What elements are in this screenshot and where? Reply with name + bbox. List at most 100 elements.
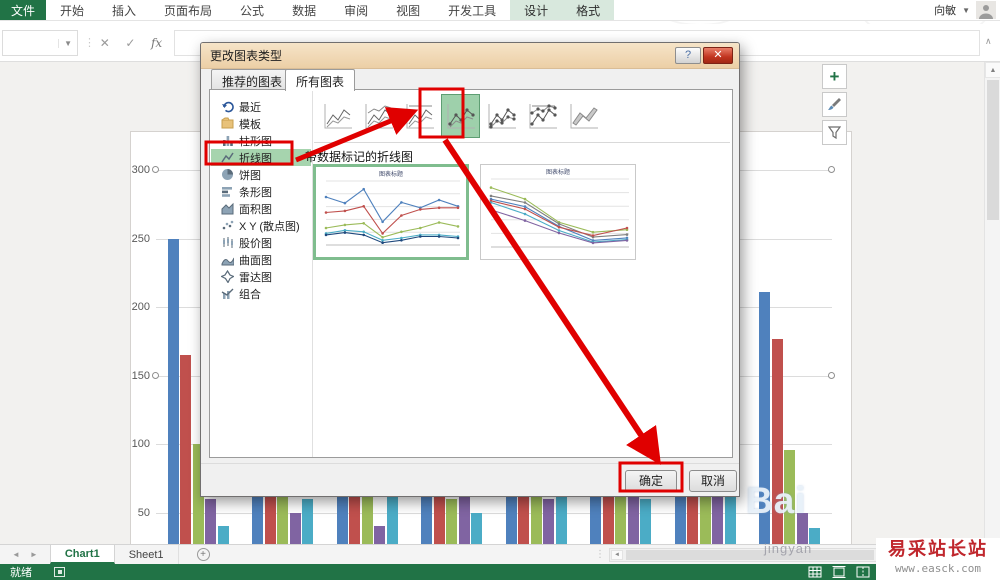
ribbon-tab-数据[interactable]: 数据 [278,0,330,20]
stock-chart-icon [221,236,234,249]
page-break-view-icon[interactable] [856,566,870,578]
column-chart-icon [221,134,234,147]
chart-type-item-X Y (散点图)[interactable]: X Y (散点图) [211,217,311,234]
y-axis-label: 300 [131,164,150,176]
dialog-title-bar[interactable]: 更改图表类型 ? ✕ [201,43,739,69]
close-button[interactable]: ✕ [703,47,733,64]
chart-type-label: 模板 [239,118,261,131]
subtype-label: 带数据标记的折线图 [305,150,414,164]
subtype-line-markers-icon[interactable] [441,94,480,138]
macro-record-icon[interactable] [54,567,65,577]
easck-watermark-url: www.easck.com [894,562,982,575]
next-sheet-icon[interactable]: ► [30,550,38,559]
new-sheet-button[interactable]: + [196,548,210,561]
name-box[interactable]: ▼ [2,30,78,56]
ribbon-tab-插入[interactable]: 插入 [98,0,150,20]
chart-preview-selected[interactable]: 图表标题 [313,164,469,260]
cancel-button[interactable]: 取消 [689,470,737,492]
chart-type-item-模板[interactable]: 模板 [211,115,311,132]
scroll-up-icon[interactable]: ▲ [985,62,1000,78]
scatter-chart-icon [221,219,234,232]
ok-button[interactable]: 确定 [625,470,677,492]
bar-series-1-6月[interactable] [759,291,771,580]
prev-sheet-icon[interactable]: ◄ [12,550,20,559]
avatar[interactable] [976,1,996,19]
selection-handle[interactable] [152,371,159,379]
selection-handle[interactable] [828,166,835,173]
chart-type-label: 饼图 [239,169,261,182]
bar-chart-icon [221,185,234,198]
ribbon-tab-视图[interactable]: 视图 [382,0,434,20]
y-axis-label: 150 [131,369,150,382]
chart-preview-alt[interactable]: 图表标题 [480,164,636,260]
user-name[interactable]: 向敏 [934,2,956,18]
chart-type-item-最近[interactable]: 最近 [211,98,311,115]
ribbon-tab-file[interactable]: 文件 [0,0,46,20]
subtype-stacked-line-icon[interactable] [359,94,398,138]
sheet-navigation: ◄ ► [0,545,50,564]
scroll-left-icon[interactable]: ◄ [611,550,623,560]
area-chart-icon [221,202,234,215]
formula-buttons: ✕ ✓ fx [92,30,170,56]
scrollbar-thumb[interactable] [626,550,874,560]
selection-handle[interactable] [828,371,835,379]
subtype-stacked-line-markers-100-icon[interactable] [523,94,562,138]
subtype-stacked-line-markers-icon[interactable] [482,94,521,138]
chart-elements-button[interactable]: + [822,64,847,89]
chart-type-label: 面积图 [239,203,272,216]
ribbon-tab-开发工具[interactable]: 开发工具 [434,0,510,20]
subtype-line-3d-icon[interactable] [564,94,603,138]
page-layout-view-icon[interactable] [832,566,846,578]
chart-type-item-雷达图[interactable]: 雷达图 [211,268,311,285]
sheet-tab-Chart1[interactable]: Chart1 [49,545,115,564]
chart-type-item-饼图[interactable]: 饼图 [211,166,311,183]
chart-type-label: 最近 [239,101,261,114]
sheet-tab-Sheet1[interactable]: Sheet1 [114,545,179,564]
chart-type-item-折线图[interactable]: 折线图 [211,149,311,166]
chevron-down-icon[interactable]: ▼ [962,6,970,15]
chart-type-label: 柱形图 [239,135,272,148]
insert-function-icon[interactable]: fx [151,36,162,50]
subtype-stacked-line-100-icon[interactable] [400,94,439,138]
radar-chart-icon [221,270,234,283]
svg-text:图表标题: 图表标题 [379,170,403,178]
chart-type-item-曲面图[interactable]: 曲面图 [211,251,311,268]
chart-styles-button[interactable] [822,92,847,117]
confirm-entry-icon[interactable]: ✓ [125,36,135,50]
subtype-line-icon[interactable] [318,94,357,138]
surface-chart-icon [221,253,234,266]
ribbon-tab-公式[interactable]: 公式 [226,0,278,20]
tab-all-charts[interactable]: 所有图表 [285,69,356,91]
selection-handle[interactable] [152,166,159,173]
vertical-scrollbar[interactable]: ▲ [984,62,1000,544]
chart-type-label: 折线图 [239,152,272,165]
ribbon-tab-开始[interactable]: 开始 [46,0,98,20]
help-button[interactable]: ? [675,47,701,64]
scrollbar-thumb[interactable] [987,80,999,220]
normal-view-icon[interactable] [808,566,822,578]
y-axis-label: 200 [131,301,150,313]
bar-series-1-11月[interactable] [167,238,179,580]
tab-recommended-charts[interactable]: 推荐的图表 [211,69,294,90]
chart-type-item-条形图[interactable]: 条形图 [211,183,311,200]
ribbon-tab-格式[interactable]: 格式 [562,0,615,20]
ribbon-tab-审阅[interactable]: 审阅 [330,0,382,20]
y-axis-label: 100 [131,438,150,450]
chevron-down-icon[interactable]: ▼ [58,38,77,48]
ribbon-tab-页面布局[interactable]: 页面布局 [150,0,226,20]
brush-icon [828,98,841,110]
cancel-entry-icon[interactable]: ✕ [100,36,110,50]
easck-watermark: 易采站长站 www.easck.com [876,538,1000,580]
status-ready-label: 就绪 [10,567,32,579]
chart-type-item-柱形图[interactable]: 柱形图 [211,132,311,149]
chart-type-item-面积图[interactable]: 面积图 [211,200,311,217]
y-axis-label: 50 [137,506,150,519]
chart-type-item-股价图[interactable]: 股价图 [211,234,311,251]
collapse-formula-bar-icon[interactable]: ∧ [985,36,992,47]
svg-text:图表标题: 图表标题 [546,168,570,176]
chart-type-item-组合[interactable]: 组合 [211,285,311,302]
chart-type-label: X Y (散点图) [239,220,300,233]
ribbon-tab-设计[interactable]: 设计 [510,0,563,20]
ribbon-account-area: 向敏 ▼ [934,0,1000,20]
chart-filters-button[interactable] [822,120,847,145]
